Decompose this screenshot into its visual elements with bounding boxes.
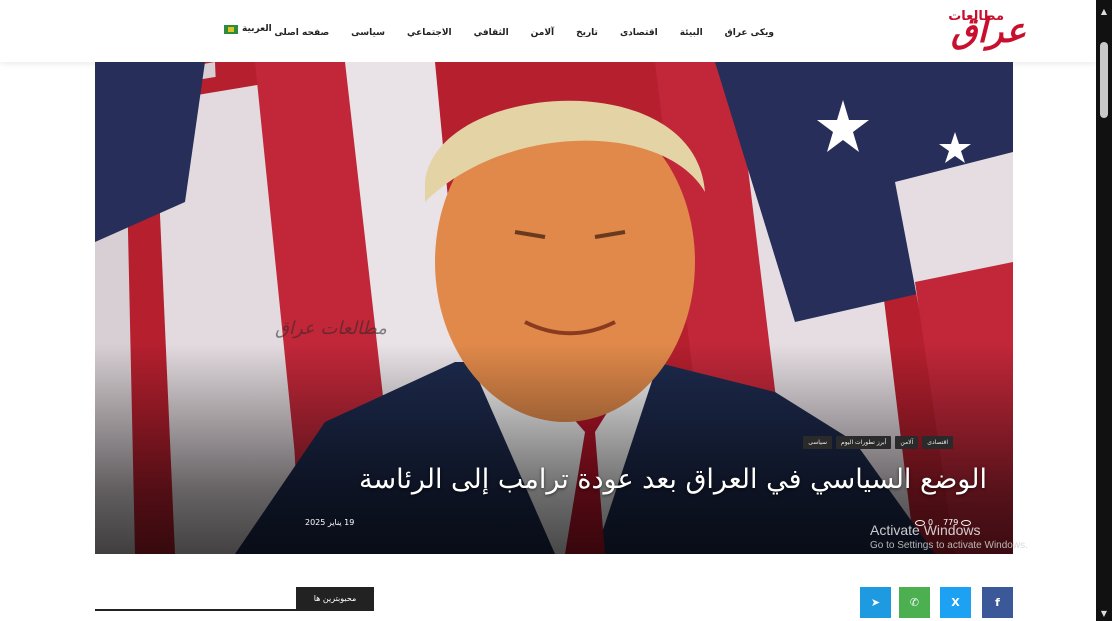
nav-item-security[interactable]: آلامن (531, 28, 554, 38)
language-switcher[interactable]: العربية (224, 24, 272, 34)
share-facebook-button[interactable]: f (982, 587, 1013, 618)
telegram-icon: ➤ (870, 596, 881, 609)
article-headline[interactable]: الوضع السياسي في العراق بعد عودة ترامب إ… (359, 458, 987, 502)
logo-title: عراق (951, 11, 1026, 51)
scroll-up-arrow-icon[interactable]: ▲ (1096, 6, 1112, 18)
nav-item-political[interactable]: سیاسی (351, 28, 385, 38)
tag-security[interactable]: آلامن (895, 436, 919, 449)
main-nav: صفحه اصلی سیاسی الاجتماعي الثقافي آلامن … (274, 24, 774, 42)
popular-section-title: محبوبترین ها (296, 587, 374, 611)
nav-item-wiki-iraq[interactable]: ویکی عراق (725, 28, 774, 38)
eye-icon (961, 519, 972, 526)
tag-economic[interactable]: اقتصادی (922, 436, 953, 449)
scroll-thumb[interactable] (1100, 42, 1108, 118)
page-scrollbar[interactable]: ▲ ▼ (1096, 0, 1112, 621)
comment-icon (915, 519, 925, 526)
comment-count: 0 (915, 518, 933, 527)
nav-item-cultural[interactable]: الثقافي (474, 28, 509, 38)
article-date: 19 يناير 2025 (305, 518, 355, 527)
language-label: العربية (242, 24, 272, 34)
flag-icon (224, 24, 238, 34)
tag-highlights[interactable]: أبرز تطورات اليوم (835, 436, 892, 449)
site-header: مطالعات عراق صفحه اصلی سیاسی الاجتماعي ا… (0, 0, 1096, 62)
comment-count-value: 0 (928, 518, 934, 527)
hero-gradient (95, 344, 1013, 554)
hero-article[interactable]: مطالعات عراق سیاسی أبرز تطورات اليوم آلا… (95, 62, 1013, 554)
nav-item-social[interactable]: الاجتماعي (407, 28, 452, 38)
article-tags: سیاسی أبرز تطورات اليوم آلامن اقتصادی (803, 436, 953, 449)
tag-political[interactable]: سیاسی (803, 436, 832, 449)
nav-item-environment[interactable]: البيئة (680, 28, 703, 38)
scroll-down-arrow-icon[interactable]: ▼ (1096, 608, 1112, 620)
view-count-value: 779 (943, 518, 959, 527)
nav-item-home[interactable]: صفحه اصلی (274, 28, 329, 38)
share-x-button[interactable]: X (940, 587, 971, 618)
share-whatsapp-button[interactable]: ✆ (899, 587, 930, 618)
image-watermark: مطالعات عراق (275, 318, 387, 339)
site-logo[interactable]: مطالعات عراق (906, 8, 1026, 54)
nav-item-economic[interactable]: اقتصادی (620, 28, 658, 38)
x-icon: X (951, 596, 960, 609)
whatsapp-icon: ✆ (909, 596, 920, 609)
facebook-icon: f (995, 596, 1000, 609)
article-stats: 0 779 (915, 518, 972, 527)
nav-item-history[interactable]: تاریخ (576, 28, 598, 38)
share-telegram-button[interactable]: ➤ (860, 587, 891, 618)
view-count: 779 (943, 518, 972, 527)
